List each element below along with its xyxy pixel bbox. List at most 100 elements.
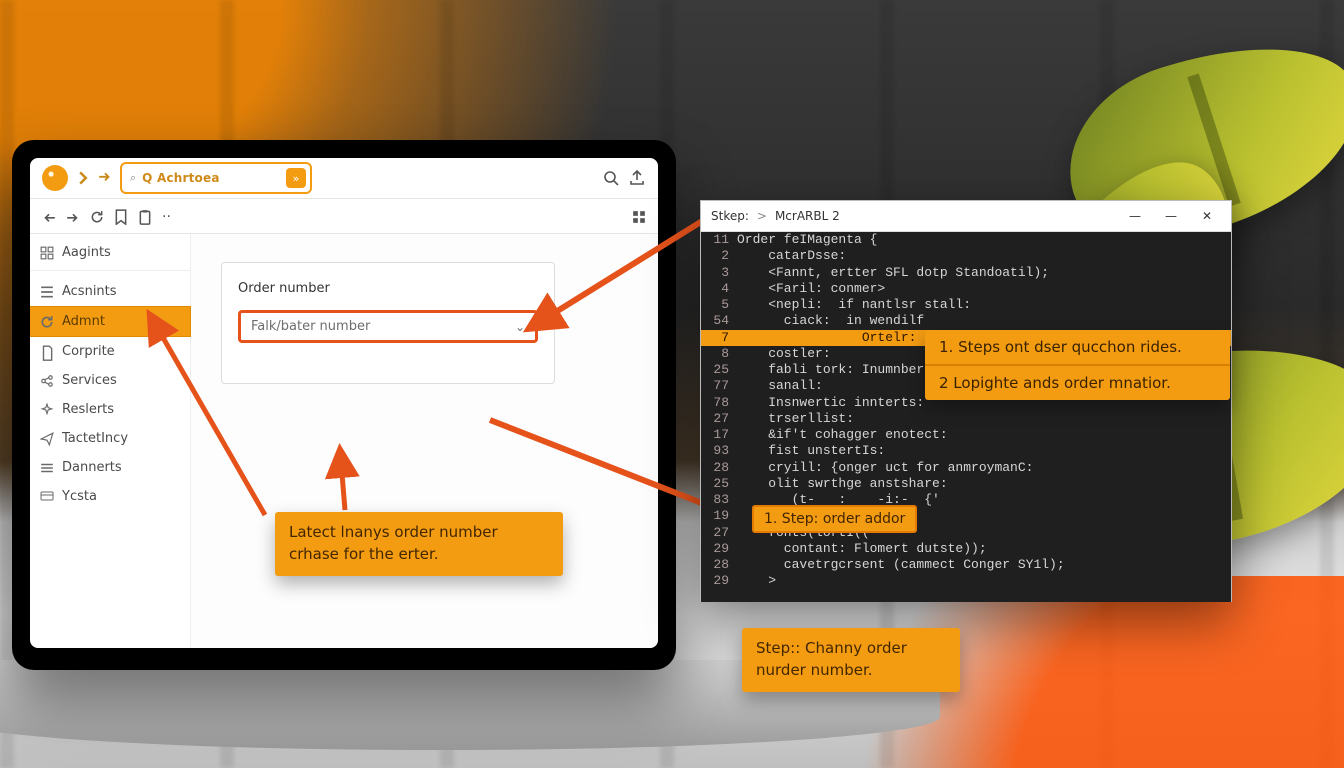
line-number: 2 bbox=[701, 248, 737, 264]
code-line[interactable]: 27 trserllist: bbox=[701, 411, 1231, 427]
callout-main: Latect lnanys order number crhase for th… bbox=[275, 512, 563, 576]
close-button[interactable]: ✕ bbox=[1193, 206, 1221, 226]
breadcrumb-b[interactable]: McrARBL 2 bbox=[775, 209, 840, 223]
line-number: 29 bbox=[701, 573, 737, 589]
line-number: 27 bbox=[701, 411, 737, 427]
line-number: 8 bbox=[701, 346, 737, 362]
callout-steps: 1. Steps ont dser qucchon rides. 2 Lopig… bbox=[925, 330, 1230, 400]
line-text: costler: bbox=[737, 346, 831, 362]
chevron-right-icon[interactable] bbox=[76, 171, 90, 185]
code-line[interactable]: 2 catarDsse: bbox=[701, 248, 1231, 264]
chevron-right-icon: > bbox=[757, 209, 767, 223]
more-icon[interactable]: ·· bbox=[162, 209, 176, 223]
select-value: Falk/bater number bbox=[251, 319, 370, 334]
sidebar-item-label: Acsnints bbox=[62, 284, 117, 299]
code-line[interactable]: 28 cryill: {onger uct for anmroymanC: bbox=[701, 460, 1231, 476]
sidebar-item-acsnints[interactable]: Acsnints bbox=[30, 277, 190, 306]
address-bar[interactable]: ⌕ Q Achrtoea » bbox=[120, 162, 312, 194]
line-number: 25 bbox=[701, 476, 737, 492]
bookmark-icon[interactable] bbox=[114, 209, 128, 223]
code-line[interactable]: 29 contant: Flomert dutste)); bbox=[701, 541, 1231, 557]
editor-titlebar: Stkep: > McrARBL 2 — — ✕ bbox=[701, 201, 1231, 232]
line-text: &if't cohagger enotect: bbox=[737, 427, 948, 443]
browser-topbar: ⌕ Q Achrtoea » bbox=[30, 158, 658, 199]
sidebar-item-label: Dannerts bbox=[62, 460, 122, 475]
code-line[interactable]: 93 fist unstertIs: bbox=[701, 443, 1231, 459]
refresh-icon[interactable] bbox=[90, 209, 104, 223]
line-number: 93 bbox=[701, 443, 737, 459]
line-text: trserllist: bbox=[737, 411, 854, 427]
sidebar-item-admnt[interactable]: Admnt bbox=[30, 306, 191, 337]
code-line[interactable]: 5 <nepli: if nantlsr stall: bbox=[701, 297, 1231, 313]
code-line[interactable]: 54 ciack: in wendilf bbox=[701, 313, 1231, 329]
share-icon[interactable] bbox=[628, 169, 646, 187]
card-title: Order number bbox=[238, 281, 538, 296]
line-text: Ortelr: HAB bbox=[737, 330, 948, 346]
line-number: 54 bbox=[701, 313, 737, 329]
send-icon bbox=[40, 432, 54, 446]
order-select[interactable]: Falk/bater number ⌄ bbox=[238, 310, 538, 343]
app-logo bbox=[42, 165, 68, 191]
callout-line: nurder number. bbox=[756, 660, 946, 682]
line-text: cavetrgcrsent (cammect Conger SY1l); bbox=[737, 557, 1065, 573]
order-card: Order number Falk/bater number ⌄ bbox=[221, 262, 555, 384]
sidebar-item-ycsta[interactable]: Ycsta bbox=[30, 482, 190, 511]
sidebar-item-label: Reslerts bbox=[62, 402, 114, 417]
line-number: 11 bbox=[701, 232, 737, 248]
address-text: Q Achrtoea bbox=[142, 171, 219, 185]
minimize-button[interactable]: — bbox=[1121, 206, 1149, 226]
line-text: > bbox=[737, 573, 776, 589]
code-line[interactable]: 17 &if't cohagger enotect: bbox=[701, 427, 1231, 443]
sidebar-item-services[interactable]: Services bbox=[30, 366, 190, 395]
sidebar-item-label: Services bbox=[62, 373, 117, 388]
line-number: 27 bbox=[701, 525, 737, 541]
main-panel: Order number Falk/bater number ⌄ bbox=[191, 234, 658, 648]
back-icon[interactable] bbox=[42, 209, 56, 223]
sidebar-item-label: Aagints bbox=[62, 245, 111, 260]
callout-step-row: 1. Steps ont dser qucchon rides. bbox=[925, 330, 1230, 364]
line-number: 78 bbox=[701, 395, 737, 411]
sidebar-item-label: Ycsta bbox=[62, 489, 97, 504]
code-line[interactable]: 29 > bbox=[701, 573, 1231, 589]
chevron-down-icon: ⌄ bbox=[515, 320, 525, 334]
arrow-forward-icon[interactable] bbox=[98, 171, 112, 185]
line-text: Insnwertic innterts: bbox=[737, 395, 924, 411]
callout-line: crhase for the erter. bbox=[289, 544, 549, 566]
line-number: 28 bbox=[701, 557, 737, 573]
line-number: 83 bbox=[701, 492, 737, 508]
laptop: ⌕ Q Achrtoea » ·· bbox=[0, 140, 690, 760]
content-area: Aagints Acsnints Admnt Corprite bbox=[30, 234, 658, 648]
code-line[interactable]: 11Order feIMagenta { bbox=[701, 232, 1231, 248]
line-text: ciack: in wendilf bbox=[737, 313, 924, 329]
line-number: 7 bbox=[701, 330, 737, 346]
code-body[interactable]: 11Order feIMagenta {2 catarDsse:3 <Fannt… bbox=[701, 232, 1231, 602]
go-button[interactable]: » bbox=[286, 168, 306, 188]
line-text: <Faril: conmer> bbox=[737, 281, 885, 297]
card-icon bbox=[40, 490, 54, 504]
forward-icon[interactable] bbox=[66, 209, 80, 223]
line-number: 19 bbox=[701, 508, 737, 524]
sidebar: Aagints Acsnints Admnt Corprite bbox=[30, 234, 191, 648]
sidebar-item-aagints[interactable]: Aagints bbox=[30, 238, 190, 271]
search-icon[interactable] bbox=[602, 169, 620, 187]
sidebar-item-tactetincy[interactable]: TactetIncy bbox=[30, 424, 190, 453]
code-line[interactable]: 4 <Faril: conmer> bbox=[701, 281, 1231, 297]
line-text: contant: Flomert dutste)); bbox=[737, 541, 987, 557]
line-text: cryill: {onger uct for anmroymanC: bbox=[737, 460, 1033, 476]
code-line[interactable]: 3 <Fannt, ertter SFL dotp Standoatil); bbox=[701, 265, 1231, 281]
line-text: fist unstertIs: bbox=[737, 443, 885, 459]
document-icon bbox=[40, 345, 54, 359]
grid-icon[interactable] bbox=[632, 209, 646, 223]
sidebar-item-corprite[interactable]: Corprite bbox=[30, 337, 190, 366]
sidebar-item-dannerts[interactable]: Dannerts bbox=[30, 453, 190, 482]
line-number: 3 bbox=[701, 265, 737, 281]
minimize-button[interactable]: — bbox=[1157, 206, 1185, 226]
code-editor-window: Stkep: > McrARBL 2 — — ✕ 11Order feIMage… bbox=[700, 200, 1232, 602]
clipboard-icon[interactable] bbox=[138, 209, 152, 223]
code-line[interactable]: 25 olit swrthge anstshare: bbox=[701, 476, 1231, 492]
breadcrumb-a[interactable]: Stkep: bbox=[711, 209, 749, 223]
sidebar-item-reslerts[interactable]: Reslerts bbox=[30, 395, 190, 424]
grid-icon bbox=[40, 246, 54, 260]
code-line[interactable]: 28 cavetrgcrsent (cammect Conger SY1l); bbox=[701, 557, 1231, 573]
callout-line: Step:: Channy order bbox=[756, 638, 946, 660]
